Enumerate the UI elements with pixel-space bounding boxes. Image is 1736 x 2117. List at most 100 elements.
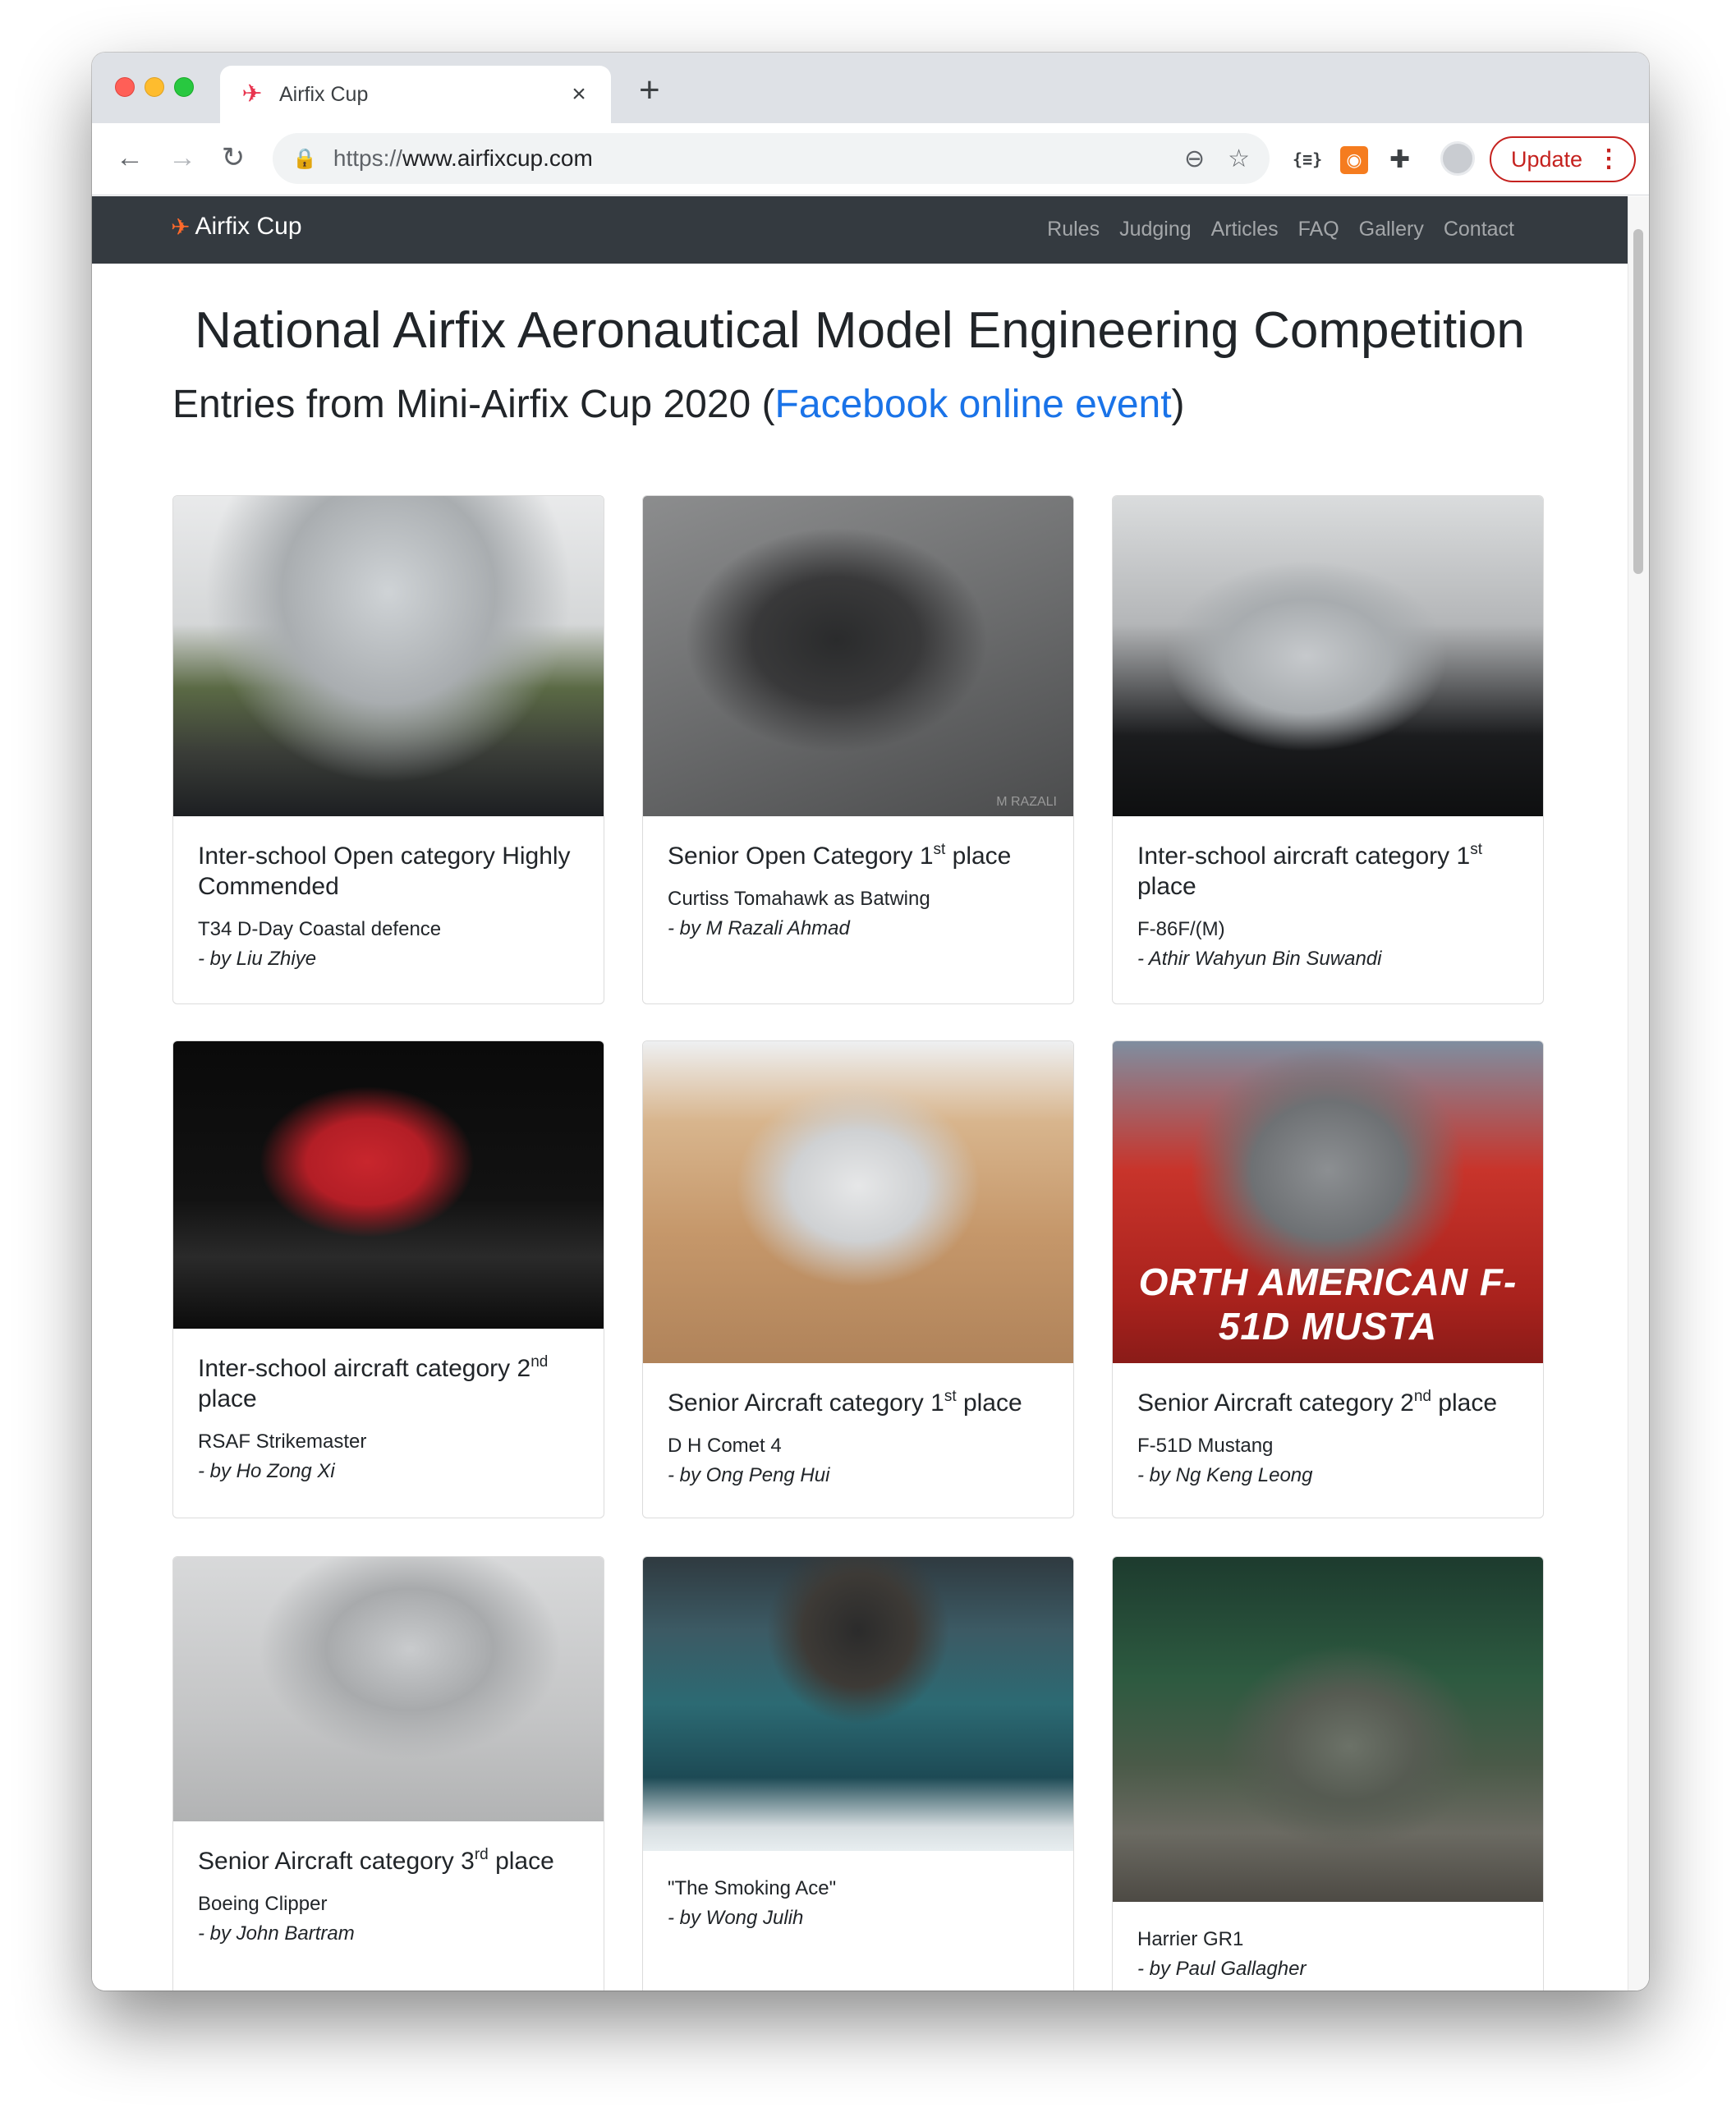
card-title-suffix: place — [1137, 873, 1196, 900]
ordinal-suffix: st — [944, 1388, 957, 1405]
card-title-text: Senior Aircraft category 1 — [668, 1389, 944, 1417]
section-heading-suffix: ) — [1171, 383, 1185, 426]
facebook-event-link[interactable]: Facebook online event — [775, 383, 1172, 426]
entry-card[interactable]: Senior Aircraft category 1st place D H C… — [642, 1040, 1074, 1518]
reload-icon[interactable]: ↻ — [215, 140, 251, 176]
close-tab-icon[interactable]: × — [567, 80, 591, 108]
card-body: Senior Aircraft category 3rd place Boein… — [173, 1821, 604, 1965]
builder-name: - by Liu Zhiye — [198, 948, 317, 970]
minimize-window-button[interactable] — [145, 77, 164, 97]
profile-avatar[interactable] — [1440, 141, 1475, 176]
entry-photo[interactable] — [643, 1041, 1073, 1363]
extensions-puzzle-icon[interactable]: ✚ — [1389, 143, 1410, 176]
browser-window: ✈ Airfix Cup × + ← → ↻ 🔒 https://www.air… — [92, 53, 1649, 1991]
update-label: Update — [1511, 146, 1583, 172]
card-body: Senior Open Category 1st place Curtiss T… — [643, 816, 1073, 960]
card-title: Senior Aircraft category 2nd place — [1137, 1388, 1518, 1418]
entry-card[interactable]: Inter-school aircraft category 2nd place… — [172, 1040, 604, 1518]
update-button[interactable]: Update ⋮ — [1490, 136, 1636, 182]
entry-photo[interactable] — [173, 496, 604, 816]
card-title-suffix: place — [945, 843, 1012, 870]
entry-photo[interactable] — [1113, 496, 1543, 816]
card-body: Harrier GR1 - by Paul Gallagher — [1113, 1902, 1543, 1991]
entry-photo[interactable] — [1113, 1557, 1543, 1902]
model-name: RSAF Strikemaster — [198, 1430, 367, 1453]
entry-card[interactable]: Inter-school Open category Highly Commen… — [172, 495, 604, 1004]
model-name: F-51D Mustang — [1137, 1435, 1274, 1457]
builder-name: - by Wong Julih — [668, 1907, 804, 1929]
close-window-button[interactable] — [115, 77, 135, 97]
maximize-window-button[interactable] — [174, 77, 194, 97]
lock-icon[interactable]: 🔒 — [292, 147, 317, 171]
model-name: Curtiss Tomahawk as Batwing — [668, 888, 930, 910]
back-arrow-icon[interactable]: ← — [112, 140, 148, 176]
browser-toolbar: ← → ↻ 🔒 https://www.airfixcup.com ⊖ ☆ {≡… — [92, 123, 1649, 195]
entry-card[interactable]: M RAZALI Senior Open Category 1st place … — [642, 495, 1074, 1004]
nav-link-articles[interactable]: Articles — [1211, 218, 1279, 241]
section-heading: Entries from Mini-Airfix Cup 2020 (Faceb… — [172, 382, 1185, 427]
json-extension-icon[interactable]: {≡} — [1293, 143, 1322, 176]
vertical-scrollbar[interactable] — [1628, 196, 1649, 1991]
card-title: Inter-school aircraft category 2nd place — [198, 1353, 579, 1414]
entry-photo[interactable] — [643, 1557, 1073, 1851]
nav-link-rules[interactable]: Rules — [1047, 218, 1100, 241]
card-title-suffix: place — [198, 1385, 257, 1412]
model-name: D H Comet 4 — [668, 1435, 782, 1457]
card-title: Inter-school aircraft category 1st place — [1137, 841, 1518, 902]
plane-icon: ✈ — [241, 80, 263, 108]
entry-card[interactable]: "The Smoking Ace" - by Wong Julih — [642, 1556, 1074, 1991]
model-name: "The Smoking Ace" — [668, 1877, 837, 1899]
zoom-icon[interactable]: ⊖ — [1184, 145, 1205, 173]
tab-airfix-cup[interactable]: ✈ Airfix Cup × — [220, 66, 611, 123]
ordinal-suffix: rd — [474, 1846, 489, 1863]
box-art-text: ORTH AMERICAN F-51D MUSTA — [1138, 1261, 1518, 1348]
entry-card[interactable]: Harrier GR1 - by Paul Gallagher — [1112, 1556, 1544, 1991]
nav-link-judging[interactable]: Judging — [1119, 218, 1192, 241]
nav-link-contact[interactable]: Contact — [1444, 218, 1514, 241]
url-text[interactable]: https://www.airfixcup.com — [333, 145, 1161, 172]
entry-photo[interactable]: ORTH AMERICAN F-51D MUSTA — [1113, 1041, 1543, 1363]
photo-watermark: M RAZALI — [996, 795, 1057, 809]
rss-icon[interactable]: ◉ — [1340, 146, 1368, 174]
tab-title: Airfix Cup — [279, 82, 369, 106]
builder-name: - Athir Wahyun Bin Suwandi — [1137, 948, 1382, 970]
forward-arrow-icon[interactable]: → — [164, 140, 200, 176]
entry-card[interactable]: ORTH AMERICAN F-51D MUSTA Senior Aircraf… — [1112, 1040, 1544, 1518]
card-body: Senior Aircraft category 2nd place F-51D… — [1113, 1363, 1543, 1507]
nav-link-faq[interactable]: FAQ — [1298, 218, 1339, 241]
entry-photo[interactable] — [173, 1041, 604, 1329]
card-body: Senior Aircraft category 1st place D H C… — [643, 1363, 1073, 1507]
card-title-suffix: place — [1431, 1389, 1498, 1417]
url-host: www.airfixcup.com — [402, 145, 593, 171]
new-tab-button[interactable]: + — [639, 72, 660, 108]
address-bar[interactable]: 🔒 https://www.airfixcup.com ⊖ ☆ — [273, 133, 1270, 184]
site-navbar: ✈ Airfix Cup Rules Judging Articles FAQ … — [92, 196, 1628, 264]
card-title: Senior Open Category 1st place — [668, 841, 1049, 871]
ordinal-suffix: nd — [530, 1353, 549, 1371]
url-scheme: https:// — [333, 145, 402, 171]
entry-photo[interactable]: M RAZALI — [643, 496, 1073, 816]
builder-name: - by John Bartram — [198, 1922, 355, 1945]
card-title: Senior Aircraft category 3rd place — [198, 1846, 579, 1876]
card-body: Inter-school aircraft category 2nd place… — [173, 1329, 604, 1503]
brand-link[interactable]: ✈ Airfix Cup — [171, 213, 302, 241]
builder-name: - by Ng Keng Leong — [1137, 1464, 1313, 1486]
entry-card[interactable]: Inter-school aircraft category 1st place… — [1112, 495, 1544, 1004]
model-name: Harrier GR1 — [1137, 1928, 1244, 1950]
scrollbar-thumb[interactable] — [1633, 229, 1643, 574]
entry-card[interactable]: Senior Aircraft category 3rd place Boein… — [172, 1556, 604, 1991]
builder-name: - by Ho Zong Xi — [198, 1460, 335, 1482]
card-title-text: Senior Open Category 1 — [668, 843, 934, 870]
card-title-text: Senior Aircraft category 2 — [1137, 1389, 1414, 1417]
brand-text: Airfix Cup — [195, 213, 302, 240]
ordinal-suffix: st — [933, 841, 946, 858]
card-title-text: Inter-school Open category Highly Commen… — [198, 843, 571, 900]
menu-kebab-icon[interactable]: ⋮ — [1596, 145, 1621, 174]
nav-link-gallery[interactable]: Gallery — [1359, 218, 1424, 241]
star-icon[interactable]: ☆ — [1228, 145, 1250, 173]
builder-name: - by M Razali Ahmad — [668, 917, 850, 939]
builder-name: - by Ong Peng Hui — [668, 1464, 830, 1486]
entry-photo[interactable] — [173, 1557, 604, 1821]
section-heading-prefix: Entries from Mini-Airfix Cup 2020 ( — [172, 383, 775, 426]
card-title-text: Inter-school aircraft category 1 — [1137, 843, 1471, 870]
